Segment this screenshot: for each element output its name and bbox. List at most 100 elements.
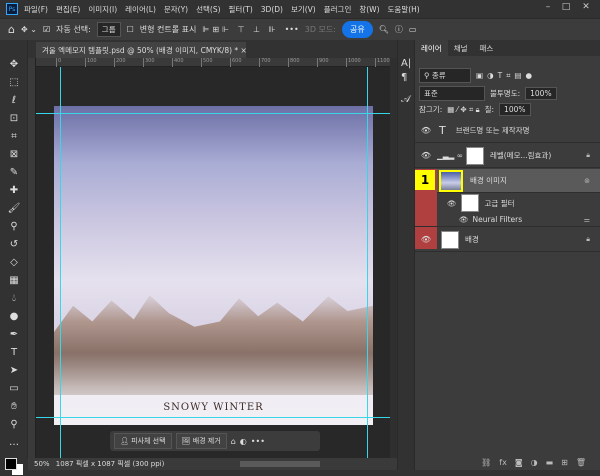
eye-icon[interactable]: 👁︎ [459,215,469,224]
minimize-icon[interactable]: – [538,2,558,12]
gradient-tool-icon[interactable]: ▦ [6,274,22,288]
tab-paths[interactable]: 패스 [474,40,500,56]
document-tab[interactable]: 겨울 엑메모지 템플릿.psd @ 50% (배경 이미지, CMYK/8) *… [36,42,247,58]
lasso-tool-icon[interactable]: ℓ [6,94,22,108]
layer-background[interactable]: 👁︎ 배경 🔒︎ [415,228,600,252]
glyphs-icon[interactable]: 𝒜 [401,94,410,105]
guide-horizontal[interactable] [36,113,390,114]
brush-tool-icon[interactable]: 🖌︎ [6,202,22,216]
align-icons[interactable]: ⊫⊞⊩ ⊤ ⊥ ⊪ [202,25,278,34]
close-tab-icon[interactable]: × [241,46,247,55]
guide-horizontal[interactable] [36,417,390,418]
character-icon[interactable]: A| [401,58,411,69]
ruler-tick: 500 [201,58,213,67]
eye-icon[interactable]: 👁︎ [447,199,457,208]
opacity-input[interactable]: 100% [525,87,557,100]
vertical-scrollbar[interactable] [390,58,397,458]
object-select-icon[interactable]: ⊡ [6,112,22,126]
history-brush-icon[interactable]: ↺ [6,238,22,252]
menu-edit[interactable]: 편집(E) [56,4,80,15]
menu-window[interactable]: 창(W) [359,4,379,15]
menu-image[interactable]: 이미지(I) [88,4,117,15]
frame-tool-icon[interactable]: ⊠ [6,148,22,162]
new-layer-icon[interactable]: ⊞ [561,458,568,472]
menu-layer[interactable]: 레이어(L) [125,4,156,15]
artwork-title: SNOWY WINTER [163,402,264,413]
marquee-tool-icon[interactable]: ⬚ [6,76,22,90]
select-subject-button[interactable]: 👤︎ 피사체 선택 [114,433,172,449]
rectangle-tool-icon[interactable]: ▭ [6,382,22,396]
pen-tool-icon[interactable]: ✒ [6,328,22,342]
eyedropper-icon[interactable]: ✎ [6,166,22,180]
auto-select-dropdown[interactable]: 그룹 [96,22,121,37]
lock-icons[interactable]: ▦ ⁄ ✥ ⌗ 🔒︎ [447,105,479,115]
layer-background-image[interactable]: 1 배경 이미지 ⊚ [415,169,600,249]
type-tool-icon[interactable]: T [6,346,22,360]
horizontal-scrollbar[interactable] [240,461,320,467]
eye-icon[interactable]: 👁︎ [415,151,437,160]
menu-view[interactable]: 보기(V) [291,4,316,15]
healing-brush-icon[interactable]: ✚ [6,184,22,198]
dodge-tool-icon[interactable]: ● [6,310,22,324]
menu-file[interactable]: 파일(F) [24,4,48,15]
auto-select-checkbox[interactable]: ☑ [43,25,50,34]
link-icon[interactable]: ⛓ [481,458,491,472]
move-tool-icon[interactable]: ✥ [6,58,22,72]
move-tool-icon[interactable]: ✥ ⌄ [21,25,37,34]
paragraph-icon[interactable]: ¶ [401,72,407,83]
transform-controls-checkbox[interactable]: ☐ [127,25,134,34]
layer-levels[interactable]: 👁︎ ▁▃▂ ∞ 레벨(메모...림효과) 🔒︎ [415,144,600,168]
guide-vertical[interactable] [60,67,61,458]
transform-icon[interactable]: ⌂ [231,437,236,446]
blur-tool-icon[interactable]: 💧︎ [6,292,22,306]
zoom-tool-icon[interactable]: ⚲ [6,418,22,432]
layer-name: 고급 필터 [484,198,515,208]
crop-tool-icon[interactable]: ⌗ [6,130,22,144]
document-title: 겨울 엑메모지 템플릿.psd @ 50% (배경 이미지, CMYK/8) * [42,46,239,55]
blend-mode-dropdown[interactable]: 표준 [419,86,485,101]
zoom-level[interactable]: 50% [34,460,50,468]
ruler-tick: 200 [114,58,126,67]
tab-layers[interactable]: 레이어 [415,40,448,56]
remove-background-button[interactable]: 🖼︎ 배경 제거 [175,433,227,449]
menu-filter[interactable]: 필터(T) [229,4,253,15]
workspace-icon[interactable]: ▭ [409,25,417,34]
adjustment-icon[interactable]: ◐ [240,437,247,446]
eye-icon[interactable]: 👁︎ [415,235,437,244]
clone-stamp-icon[interactable]: ⚲ [6,220,22,234]
delete-icon[interactable]: 🗑︎ [576,458,586,472]
share-button[interactable]: 공유 [341,21,373,38]
layer-text[interactable]: 👁︎ T 브랜드명 또는 제작자명 [415,119,600,143]
menu-type[interactable]: 문자(Y) [164,4,188,15]
foreground-color-swatch[interactable] [5,458,17,470]
guide-vertical[interactable] [367,67,368,458]
neural-filters-row[interactable]: 👁︎ Neural Filters ⚌ [415,213,600,227]
menu-help[interactable]: 도움말(H) [388,4,420,15]
layer-filter-dropdown[interactable]: ⚲ 종류 [419,68,471,83]
eraser-icon[interactable]: ◇ [6,256,22,270]
add-mask-icon[interactable]: ◙ [515,458,523,472]
close-icon[interactable]: ✕ [576,2,596,12]
menu-select[interactable]: 선택(S) [196,4,220,15]
filter-options-icon[interactable]: ⚌ [584,216,590,224]
eye-icon[interactable]: 👁︎ [415,126,437,135]
smart-filters-row[interactable]: 👁︎ 고급 필터 [415,193,600,229]
maximize-icon[interactable]: □ [556,2,576,12]
search-icon[interactable]: 🔍︎ [379,25,389,34]
more-options-button[interactable]: ••• [285,25,299,34]
menu-3d[interactable]: 3D(D) [261,5,283,14]
home-icon[interactable]: ⌂ [8,23,15,36]
more-icon[interactable]: ••• [251,437,265,446]
path-select-icon[interactable]: ➤ [6,364,22,378]
group-icon[interactable]: ▬ [546,458,554,472]
help-icon[interactable]: ⓘ [395,24,403,35]
hand-tool-icon[interactable]: ✋︎ [6,400,22,414]
fill-input[interactable]: 100% [499,103,531,116]
filter-icons[interactable]: ▣◑T⌗▤● [476,71,536,81]
adjustment-layer-icon[interactable]: ◑ [531,458,538,472]
select-subject-label: 피사체 선택 [131,437,166,445]
fx-icon[interactable]: fx [499,458,507,472]
menu-plugins[interactable]: 플러그인 [324,4,352,15]
more-tools-icon[interactable]: … [6,436,22,450]
tab-channels[interactable]: 채널 [448,40,474,56]
